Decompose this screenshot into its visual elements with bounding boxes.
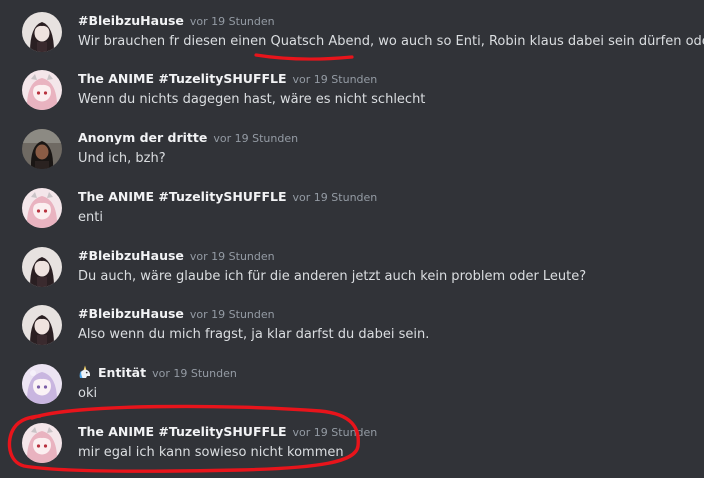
message-text: Wenn du nichts dagegen hast, wäre es nic… <box>78 92 426 107</box>
unicorn-icon <box>78 365 92 379</box>
message-item: The ANIME #TuzelitySHUFFLE vor 19 Stunden… <box>0 419 704 477</box>
chat-message-list: #BleibzuHause vor 19 Stunden Wir brauchen… <box>0 0 704 478</box>
user-avatar[interactable] <box>22 364 62 404</box>
message-header: Entität vor 19 Stunden <box>78 363 237 383</box>
message-text-part: , wo auch so Enti, Robin klaus dabei sei… <box>369 34 704 49</box>
message-item: #BleibzuHause vor 19 Stunden Du auch, wär… <box>0 243 704 301</box>
message-header: #BleibzuHause vor 19 Stunden <box>78 304 275 324</box>
highlighted-phrase: Quatsch Abend <box>270 34 370 49</box>
timestamp: vor 19 Stunden <box>152 367 237 380</box>
message-item: Entität vor 19 Stunden oki <box>0 360 704 418</box>
username[interactable]: #BleibzuHause <box>78 248 184 263</box>
username[interactable]: Entität <box>98 365 146 380</box>
message-item: #BleibzuHause vor 19 Stunden Also wenn du… <box>0 301 704 359</box>
message-text: Also wenn du mich fragst, ja klar darfst… <box>78 327 430 342</box>
user-avatar[interactable] <box>22 12 62 52</box>
message-text: Du auch, wäre glaube ich für die anderen… <box>78 269 587 284</box>
message-header: The ANIME #TuzelitySHUFFLE vor 19 Stunden <box>78 69 377 89</box>
user-avatar[interactable] <box>22 305 62 345</box>
message-header: The ANIME #TuzelitySHUFFLE vor 19 Stunden <box>78 422 377 442</box>
username[interactable]: The ANIME #TuzelitySHUFFLE <box>78 189 287 204</box>
user-avatar[interactable] <box>22 129 62 169</box>
message-text: enti <box>78 210 103 225</box>
user-avatar[interactable] <box>22 247 62 287</box>
timestamp: vor 19 Stunden <box>189 15 275 28</box>
message-item: Anonym der dritte vor 19 Stunden Und ich,… <box>0 125 704 183</box>
message-header: Anonym der dritte vor 19 Stunden <box>78 128 298 148</box>
timestamp: vor 19 Stunden <box>213 132 299 145</box>
message-header: #BleibzuHause vor 19 Stunden <box>78 11 275 31</box>
message-text: Und ich, bzh? <box>78 151 166 166</box>
timestamp: vor 19 Stunden <box>292 426 378 439</box>
message-text: Wir brauchen fr diesen einen Quatsch Abe… <box>78 33 704 51</box>
message-item: #BleibzuHause vor 19 Stunden Wir brauchen… <box>0 8 704 66</box>
message-text: mir egal ich kann sowieso nicht kommen <box>78 445 344 460</box>
message-header: The ANIME #TuzelitySHUFFLE vor 19 Stunden <box>78 187 377 207</box>
timestamp: vor 19 Stunden <box>292 191 378 204</box>
message-header: #BleibzuHause vor 19 Stunden <box>78 246 275 266</box>
username[interactable]: #BleibzuHause <box>78 306 184 321</box>
user-avatar[interactable] <box>22 70 62 110</box>
user-avatar[interactable] <box>22 188 62 228</box>
user-avatar[interactable] <box>22 423 62 463</box>
timestamp: vor 19 Stunden <box>189 250 275 263</box>
username[interactable]: The ANIME #TuzelitySHUFFLE <box>78 424 287 439</box>
message-text-part: Wir brauchen fr diesen einen <box>78 34 271 49</box>
username[interactable]: #BleibzuHause <box>78 13 184 28</box>
message-item: The ANIME #TuzelitySHUFFLE vor 19 Stunden… <box>0 184 704 242</box>
username[interactable]: Anonym der dritte <box>78 130 207 145</box>
message-text: oki <box>78 386 98 401</box>
username[interactable]: The ANIME #TuzelitySHUFFLE <box>78 71 287 86</box>
message-item: The ANIME #TuzelitySHUFFLE vor 19 Stunden… <box>0 66 704 124</box>
timestamp: vor 19 Stunden <box>292 73 378 86</box>
timestamp: vor 19 Stunden <box>189 308 275 321</box>
